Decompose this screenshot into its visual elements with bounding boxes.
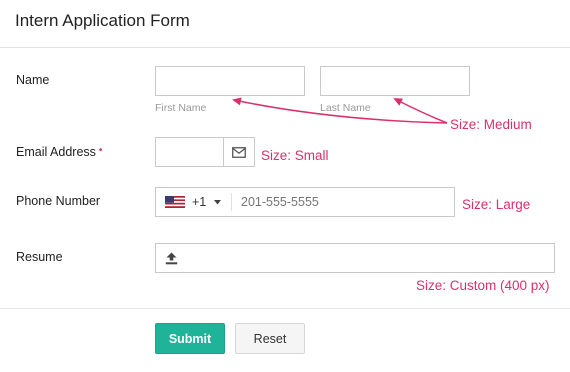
annotation-size-custom: Size: Custom (400 px)	[416, 278, 550, 293]
annotation-size-small: Size: Small	[261, 148, 329, 163]
arrow-to-first-name	[232, 97, 448, 124]
annotation-arrows	[232, 97, 448, 124]
annotation-size-large: Size: Large	[462, 197, 531, 212]
annotation-size-medium: Size: Medium	[450, 117, 532, 132]
arrow-to-last-name	[393, 98, 448, 124]
